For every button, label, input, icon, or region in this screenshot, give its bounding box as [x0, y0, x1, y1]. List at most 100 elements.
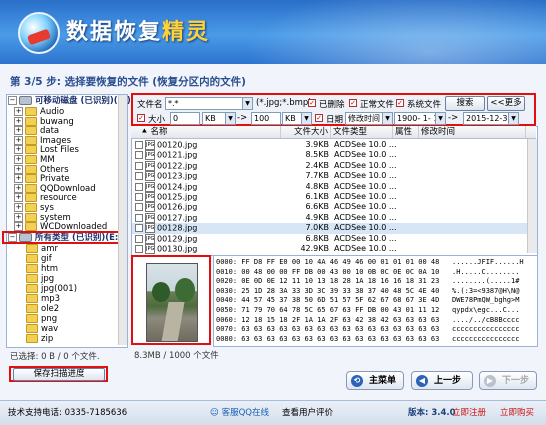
row-checkbox[interactable] — [135, 213, 143, 222]
row-checkbox[interactable] — [135, 172, 143, 181]
size-max-unit-select[interactable]: KB ▼ — [282, 112, 312, 125]
main-menu-button[interactable]: ⟲ 主菜单 — [346, 371, 404, 390]
buy-link[interactable]: 立即购买 — [500, 406, 534, 418]
tree-type-item[interactable]: ole2 — [26, 304, 59, 314]
tree-folder-item[interactable]: + Images — [14, 135, 71, 146]
table-row[interactable]: JPG 00126.jpg 6.6KB ACDSee 10.0 ... — [132, 202, 527, 213]
expand-icon[interactable]: + — [14, 164, 23, 174]
tree-folder-item[interactable]: + data — [14, 126, 59, 136]
date-from-picker[interactable]: 1900- 1- 1 ▼ — [394, 112, 446, 125]
expand-icon[interactable]: + — [14, 116, 23, 126]
table-row[interactable]: JPG 00122.jpg 2.4KB ACDSee 10.0 ... — [132, 160, 527, 171]
row-checkbox[interactable] — [135, 203, 143, 212]
file-name: 00126.jpg — [157, 202, 198, 212]
expand-icon[interactable]: + — [14, 135, 23, 145]
date-checkbox[interactable]: ✓ — [315, 114, 323, 122]
tree-type-item[interactable]: htm — [26, 264, 58, 274]
table-row[interactable]: JPG 00123.jpg 7.7KB ACDSee 10.0 ... — [132, 171, 527, 182]
size-max-input[interactable]: 100 — [251, 112, 281, 125]
file-name: 00124.jpg — [157, 182, 198, 192]
expand-icon[interactable]: + — [14, 203, 23, 212]
table-row[interactable]: JPG 00121.jpg 8.5KB ACDSee 10.0 ... — [132, 150, 527, 161]
expand-icon[interactable]: + — [14, 193, 23, 203]
tree-type-item[interactable]: jpg — [26, 274, 54, 284]
row-checkbox[interactable] — [135, 234, 143, 243]
user-reviews-link[interactable]: 查看用户评价 — [282, 406, 333, 418]
deleted-checkbox[interactable]: ✓ — [308, 99, 316, 107]
tree-type-item[interactable]: png — [26, 314, 57, 324]
chevron-down-icon[interactable]: ▼ — [242, 98, 252, 109]
chevron-down-icon[interactable]: ▼ — [508, 113, 518, 124]
table-row[interactable]: JPG 00130.jpg 42.9KB ACDSee 10.0 ... — [132, 244, 527, 254]
expand-icon[interactable]: + — [14, 155, 23, 164]
register-link[interactable]: 立即注册 — [452, 406, 486, 418]
row-checkbox[interactable] — [135, 161, 143, 170]
table-row[interactable]: JPG 00124.jpg 4.8KB ACDSee 10.0 ... — [132, 181, 527, 192]
tree-type-item[interactable]: jpg(001) — [26, 284, 77, 294]
expand-icon[interactable]: + — [14, 222, 23, 232]
qq-online-link[interactable]: ☺ 客服QQ在线 — [210, 406, 269, 418]
table-row[interactable]: JPG 00125.jpg 6.1KB ACDSee 10.0 ... — [132, 192, 527, 202]
expand-icon[interactable]: + — [14, 174, 23, 184]
system-files-checkbox[interactable]: ✓ — [396, 99, 404, 107]
expand-icon[interactable]: + — [14, 145, 23, 155]
column-type[interactable]: 文件类型 — [331, 126, 393, 138]
expand-icon[interactable]: + — [14, 126, 23, 136]
column-mtime[interactable]: 修改时间 — [419, 126, 526, 138]
row-checkbox[interactable] — [135, 151, 143, 160]
file-list-scrollbar[interactable] — [527, 139, 537, 253]
prev-button[interactable]: ◀ 上一步 — [411, 371, 473, 390]
row-checkbox[interactable] — [135, 141, 143, 149]
tree-type-item[interactable]: amr — [26, 244, 58, 254]
tree-folder-item[interactable]: + system — [14, 212, 71, 223]
size-min-unit-select[interactable]: KB ▼ — [202, 112, 236, 125]
collapse-icon[interactable]: − — [8, 96, 17, 105]
date-field-select[interactable]: 修改时间 ▼ — [345, 112, 393, 125]
save-progress-button[interactable]: 保存扫描进度 — [13, 368, 105, 381]
tree-type-item[interactable]: mp3 — [26, 294, 60, 304]
row-checkbox[interactable] — [135, 245, 143, 253]
qq-online-label: 客服QQ在线 — [221, 408, 269, 418]
tree-folder-item[interactable]: + QQDownload — [14, 183, 96, 194]
table-row[interactable]: JPG 00127.jpg 4.9KB ACDSee 10.0 ... — [132, 212, 527, 223]
table-row[interactable]: JPG 00120.jpg 3.9KB ACDSee 10.0 ... — [132, 140, 527, 150]
table-row[interactable]: JPG 00128.jpg 7.0KB ACDSee 10.0 ... — [132, 223, 527, 234]
hex-viewer[interactable]: 0000: FF D8 FF E0 00 10 4A 46 49 46 00 0… — [213, 255, 538, 347]
chevron-down-icon[interactable]: ▼ — [301, 113, 311, 124]
size-min-input[interactable]: 0 — [170, 112, 200, 125]
chevron-down-icon[interactable]: ▼ — [225, 113, 235, 124]
column-name[interactable]: ⯅ 名称 — [131, 126, 281, 138]
tree-type-item[interactable]: gif — [26, 254, 52, 264]
folder-icon — [25, 183, 37, 193]
normal-files-checkbox[interactable]: ✓ — [349, 99, 357, 107]
tree-folder-item[interactable]: + MM — [14, 155, 55, 165]
date-to-picker[interactable]: 2015-12-31 ▼ — [463, 112, 519, 125]
filename-input[interactable]: *.* ▼ — [165, 97, 253, 110]
tree-folder-item[interactable]: + Audio — [14, 107, 64, 117]
chevron-down-icon[interactable]: ▼ — [382, 113, 392, 124]
tree-folder-item[interactable]: + sys — [14, 203, 54, 213]
tree-type-item[interactable]: zip — [26, 334, 53, 344]
chevron-down-icon[interactable]: ▼ — [435, 113, 445, 124]
row-checkbox[interactable] — [135, 182, 143, 191]
expand-icon[interactable]: + — [14, 212, 23, 222]
tree-type-item[interactable]: wav — [26, 324, 58, 334]
size-checkbox[interactable]: ✓ — [137, 114, 145, 122]
expand-icon[interactable]: + — [14, 183, 23, 193]
table-row[interactable]: JPG 00129.jpg 6.8KB ACDSee 10.0 ... — [132, 233, 527, 244]
tree-folder-item[interactable]: + resource — [14, 193, 77, 203]
tree-folder-item[interactable]: + Others — [14, 164, 69, 175]
tree-item-removable-disk[interactable]: − 可移动磁盘 (已识别)(E:) — [8, 96, 131, 106]
expand-icon[interactable]: + — [14, 107, 23, 116]
search-button[interactable]: 搜索 — [445, 96, 485, 111]
tree-scrollbar[interactable] — [118, 95, 127, 345]
more-button[interactable]: <<更多 — [487, 96, 525, 111]
column-size[interactable]: 文件大小 — [281, 126, 331, 138]
column-attr[interactable]: 属性 — [393, 126, 419, 138]
row-checkbox[interactable] — [135, 224, 143, 233]
tree-folder-item[interactable]: + buwang — [14, 116, 74, 127]
tree-folder-item[interactable]: + Private — [14, 174, 70, 184]
row-checkbox[interactable] — [135, 193, 143, 201]
next-button[interactable]: ▶ 下一步 — [479, 371, 537, 390]
tree-folder-item[interactable]: + Lost Files — [14, 145, 79, 155]
